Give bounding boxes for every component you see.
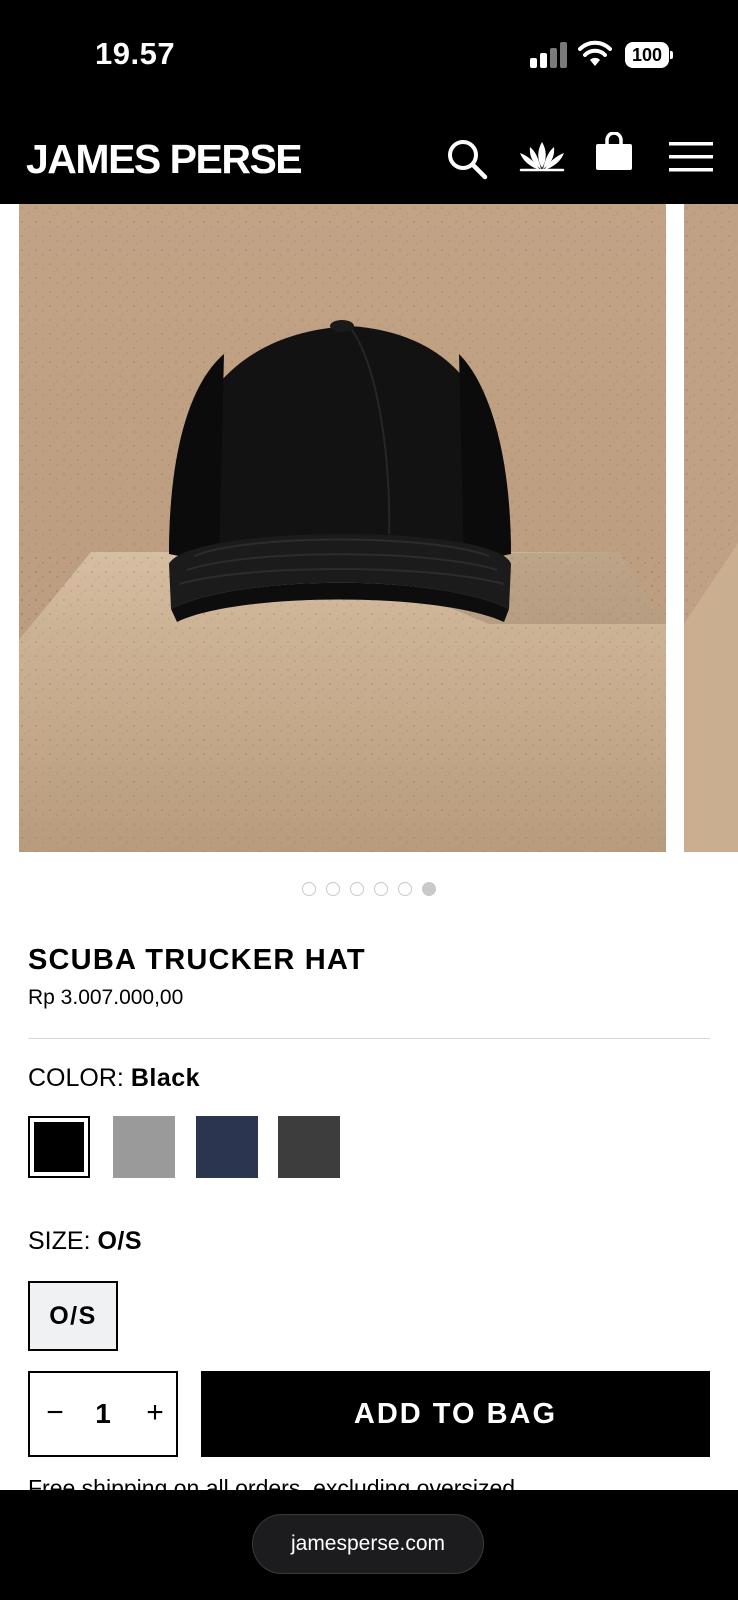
- carousel-dot[interactable]: [398, 882, 412, 896]
- color-label-text: COLOR:: [28, 1064, 124, 1092]
- carousel-dot[interactable]: [326, 882, 340, 896]
- battery-icon: 100: [625, 42, 673, 68]
- size-label-text: SIZE:: [28, 1227, 91, 1255]
- carousel-dot[interactable]: [302, 882, 316, 896]
- color-label: COLOR: Black: [28, 1064, 200, 1093]
- quantity-value[interactable]: 1: [85, 1373, 121, 1455]
- selected-size: O/S: [97, 1227, 143, 1255]
- color-swatch-navy[interactable]: [196, 1116, 258, 1178]
- product-price: Rp 3.007.000,00: [28, 986, 184, 1009]
- next-product-image[interactable]: [684, 204, 738, 852]
- color-swatch-black[interactable]: [28, 1116, 90, 1178]
- site-header: JAMES PERSE: [0, 110, 738, 204]
- carousel-dot[interactable]: [374, 882, 388, 896]
- search-icon[interactable]: [446, 138, 488, 180]
- size-option-os[interactable]: O/S: [28, 1281, 118, 1351]
- brand-logo[interactable]: JAMES PERSE: [26, 136, 303, 183]
- menu-icon[interactable]: [669, 140, 713, 174]
- carousel-dot-active[interactable]: [422, 882, 436, 896]
- browser-bottom-bar: jamesperse.com: [0, 1490, 738, 1600]
- status-time: 19.57: [95, 36, 176, 71]
- product-image[interactable]: [19, 204, 666, 852]
- cellular-signal-icon: [530, 42, 568, 68]
- swatch-fill: [34, 1122, 84, 1172]
- lotus-icon[interactable]: [517, 140, 567, 172]
- color-swatch-charcoal[interactable]: [278, 1116, 340, 1178]
- address-bar[interactable]: jamesperse.com: [252, 1514, 484, 1574]
- status-bar: 19.57 100: [0, 0, 738, 110]
- shopping-bag-icon[interactable]: [594, 132, 634, 172]
- size-label: SIZE: O/S: [28, 1227, 142, 1256]
- quantity-stepper: − 1 +: [28, 1371, 178, 1457]
- wifi-icon: [578, 40, 612, 66]
- carousel-pagination: [0, 882, 738, 898]
- carousel-dot[interactable]: [350, 882, 364, 896]
- add-to-bag-button[interactable]: ADD TO BAG: [201, 1371, 710, 1457]
- product-image-carousel[interactable]: [0, 204, 738, 852]
- product-title: SCUBA TRUCKER HAT: [28, 944, 366, 976]
- battery-level: 100: [625, 42, 669, 68]
- quantity-decrease-button[interactable]: −: [40, 1373, 70, 1455]
- quantity-increase-button[interactable]: +: [140, 1373, 170, 1455]
- selected-color: Black: [130, 1064, 201, 1092]
- color-swatch-grey[interactable]: [113, 1116, 175, 1178]
- divider: [28, 1038, 710, 1039]
